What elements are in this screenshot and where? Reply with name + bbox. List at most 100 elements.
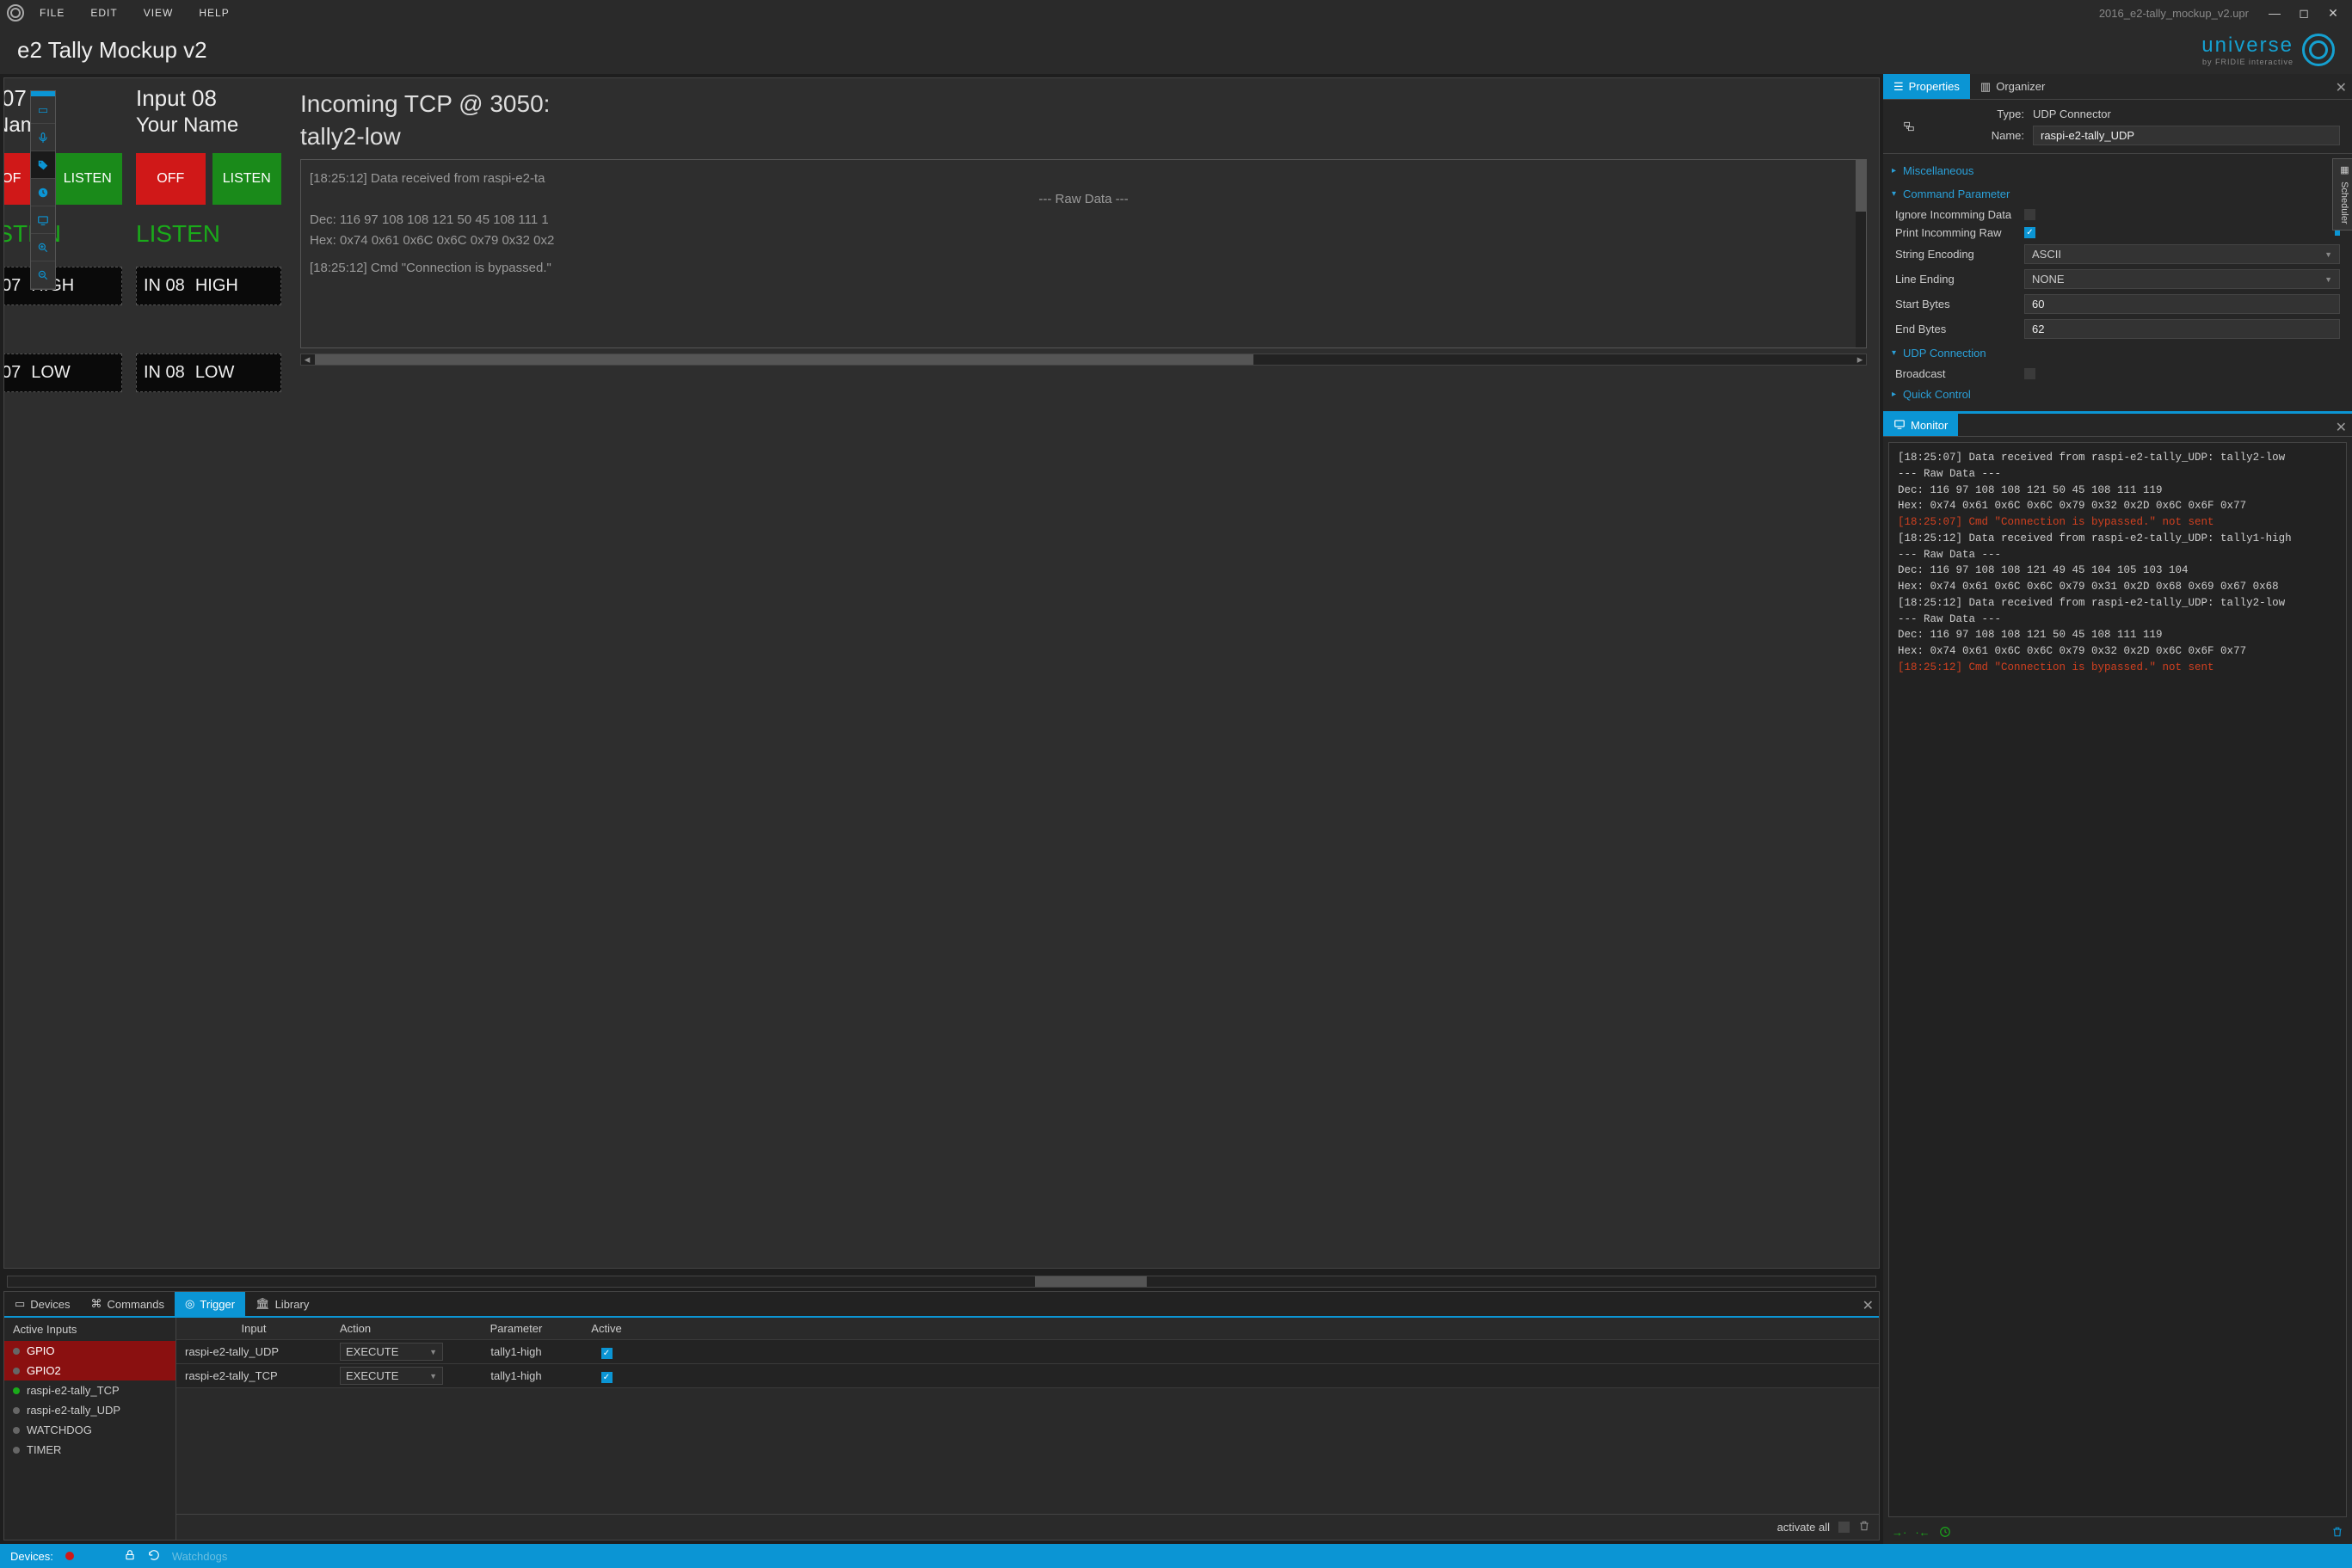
input-tile-08[interactable]: Input 08 Your Name OFF LISTEN LISTEN IN … xyxy=(129,78,288,1268)
active-input-item[interactable]: WATCHDOG xyxy=(4,1420,175,1440)
device-type-icon xyxy=(1883,105,1935,148)
th-action[interactable]: Action xyxy=(331,1319,452,1338)
trigger-active-checkbox[interactable]: ✓ xyxy=(581,1366,632,1387)
tool-mic-icon[interactable] xyxy=(31,124,55,151)
listen-button[interactable]: LISTEN xyxy=(212,153,282,205)
th-input[interactable]: Input xyxy=(176,1319,331,1338)
monitor-delete-icon[interactable] xyxy=(2331,1526,2343,1540)
scheduler-tab[interactable]: ▦ Scheduler xyxy=(2332,158,2352,231)
active-input-label: TIMER xyxy=(27,1443,61,1456)
ignore-incoming-checkbox[interactable] xyxy=(2024,209,2035,220)
status-dot-icon xyxy=(13,1447,20,1454)
th-active[interactable]: Active xyxy=(581,1319,632,1338)
monitor-line: Dec: 116 97 108 108 121 50 45 108 111 11… xyxy=(1898,483,2337,499)
input-subtitle: Your Name xyxy=(136,114,281,138)
tcp-log[interactable]: [18:25:12] Data received from raspi-e2-t… xyxy=(300,159,1867,348)
lock-icon[interactable] xyxy=(124,1549,136,1564)
start-bytes-input[interactable] xyxy=(2024,294,2340,314)
close-button[interactable]: ✕ xyxy=(2321,4,2345,22)
io-high-row[interactable]: N 07 HIGH xyxy=(3,267,122,305)
monitor-icon xyxy=(1893,418,1906,433)
tab-organizer[interactable]: ▥ Organizer xyxy=(1970,74,2055,99)
canvas-hscrollbar[interactable] xyxy=(7,1276,1876,1288)
filename-label: 2016_e2-tally_mockup_v2.upr xyxy=(2099,7,2257,20)
status-dot-icon xyxy=(13,1348,20,1355)
tcp-subtitle: tally2-low xyxy=(300,123,1867,151)
active-input-item[interactable]: GPIO2 xyxy=(4,1361,175,1380)
input-title: Input 08 xyxy=(136,85,281,112)
tcp-hscrollbar[interactable]: ◂ ▸ xyxy=(300,354,1867,366)
zoom-out-icon[interactable] xyxy=(31,261,55,289)
listen-button[interactable]: LISTEN xyxy=(53,153,123,205)
string-encoding-select[interactable]: ASCII▼ xyxy=(2024,244,2340,264)
section-udp-connection[interactable]: ▾UDP Connection xyxy=(1883,341,2352,365)
refresh-icon[interactable] xyxy=(148,1549,160,1564)
menu-help[interactable]: HELP xyxy=(188,3,239,22)
library-icon: 🏛 xyxy=(256,1297,270,1311)
input-tile-07[interactable]: ut 07 u Name OF LISTEN LISTEN N 07 HIGH xyxy=(3,78,129,1268)
section-quick-control[interactable]: ▸Quick Control xyxy=(1883,383,2352,406)
monitor-clock-icon[interactable] xyxy=(1939,1526,1951,1540)
end-bytes-input[interactable] xyxy=(2024,319,2340,339)
monitor-line: Dec: 116 97 108 108 121 50 45 108 111 11… xyxy=(1898,627,2337,643)
tool-select-icon[interactable]: ▭ xyxy=(31,96,55,124)
print-incoming-checkbox[interactable]: ✓ xyxy=(2024,227,2035,238)
active-input-item[interactable]: GPIO xyxy=(4,1341,175,1361)
active-input-item[interactable]: TIMER xyxy=(4,1440,175,1460)
tab-library[interactable]: 🏛 Library xyxy=(245,1292,319,1316)
tab-properties[interactable]: ☰ Properties xyxy=(1883,74,1970,99)
main-area: ▦ Scheduler ▭ xyxy=(0,74,2352,1544)
monitor-log[interactable]: [18:25:07] Data received from raspi-e2-t… xyxy=(1888,442,2347,1517)
bottom-tabs: ▭ Devices ⌘ Commands ◎ Trigger 🏛 Library xyxy=(4,1292,1879,1318)
input-status: LISTEN xyxy=(136,220,281,248)
properties-body: Type: UDP Connector Name: ▸Miscellaneous… xyxy=(1883,100,2352,411)
tool-clock-icon[interactable] xyxy=(31,179,55,206)
properties-close-icon[interactable]: ✕ xyxy=(2336,79,2347,96)
active-input-item[interactable]: raspi-e2-tally_TCP xyxy=(4,1380,175,1400)
io-low-row[interactable]: IN 08 LOW xyxy=(136,354,281,392)
monitor-out-icon[interactable]: →· xyxy=(1892,1526,1906,1540)
bottom-panel-close-icon[interactable]: ✕ xyxy=(1863,1297,1874,1314)
active-input-item[interactable]: raspi-e2-tally_UDP xyxy=(4,1400,175,1420)
active-inputs-title: Active Inputs xyxy=(4,1318,175,1341)
th-parameter[interactable]: Parameter xyxy=(452,1319,581,1338)
name-input[interactable] xyxy=(2033,126,2340,145)
param-indicator-icon xyxy=(2335,231,2340,236)
tool-monitor-icon[interactable] xyxy=(31,206,55,234)
tcp-scrollbar[interactable] xyxy=(1856,160,1866,347)
input-subtitle: u Name xyxy=(3,114,122,138)
off-button[interactable]: OFF xyxy=(136,153,206,205)
organizer-icon: ▥ xyxy=(1980,80,1991,94)
monitor-line: [18:25:12] Cmd "Connection is bypassed."… xyxy=(1898,660,2337,676)
maximize-button[interactable]: ◻ xyxy=(2292,4,2316,22)
section-miscellaneous[interactable]: ▸Miscellaneous xyxy=(1883,159,2352,182)
monitor-line: [18:25:12] Data received from raspi-e2-t… xyxy=(1898,595,2337,612)
menu-edit[interactable]: EDIT xyxy=(80,3,127,22)
monitor-in-icon[interactable]: ·← xyxy=(1915,1526,1930,1540)
tab-monitor[interactable]: Monitor xyxy=(1883,414,1958,436)
minimize-button[interactable]: — xyxy=(2263,4,2287,22)
canvas-area[interactable]: ▭ xyxy=(3,77,1880,1269)
monitor-line: [18:25:07] Data received from raspi-e2-t… xyxy=(1898,450,2337,466)
tab-commands[interactable]: ⌘ Commands xyxy=(81,1292,175,1316)
trigger-action-select[interactable]: EXECUTE▼ xyxy=(331,1363,452,1388)
monitor-close-icon[interactable]: ✕ xyxy=(2336,419,2347,436)
tool-tag-icon[interactable] xyxy=(31,151,55,179)
active-input-label: GPIO2 xyxy=(27,1364,61,1377)
trigger-row[interactable]: raspi-e2-tally_TCPEXECUTE▼tally1-high✓ xyxy=(176,1364,1879,1388)
io-low-row[interactable]: N 07 LOW xyxy=(3,354,122,392)
io-high-row[interactable]: IN 08 HIGH xyxy=(136,267,281,305)
section-command-parameter[interactable]: ▾Command Parameter xyxy=(1883,182,2352,206)
activate-all-checkbox[interactable] xyxy=(1838,1522,1850,1533)
trigger-active-checkbox[interactable]: ✓ xyxy=(581,1342,632,1362)
tab-devices[interactable]: ▭ Devices xyxy=(4,1292,81,1316)
broadcast-checkbox[interactable] xyxy=(2024,368,2035,379)
menu-view[interactable]: VIEW xyxy=(133,3,184,22)
tab-trigger[interactable]: ◎ Trigger xyxy=(175,1292,245,1316)
trigger-action-select[interactable]: EXECUTE▼ xyxy=(331,1339,452,1364)
zoom-in-icon[interactable] xyxy=(31,234,55,261)
menu-file[interactable]: FILE xyxy=(29,3,75,22)
line-ending-select[interactable]: NONE▼ xyxy=(2024,269,2340,289)
delete-icon[interactable] xyxy=(1858,1520,1870,1534)
trigger-row[interactable]: raspi-e2-tally_UDPEXECUTE▼tally1-high✓ xyxy=(176,1340,1879,1364)
